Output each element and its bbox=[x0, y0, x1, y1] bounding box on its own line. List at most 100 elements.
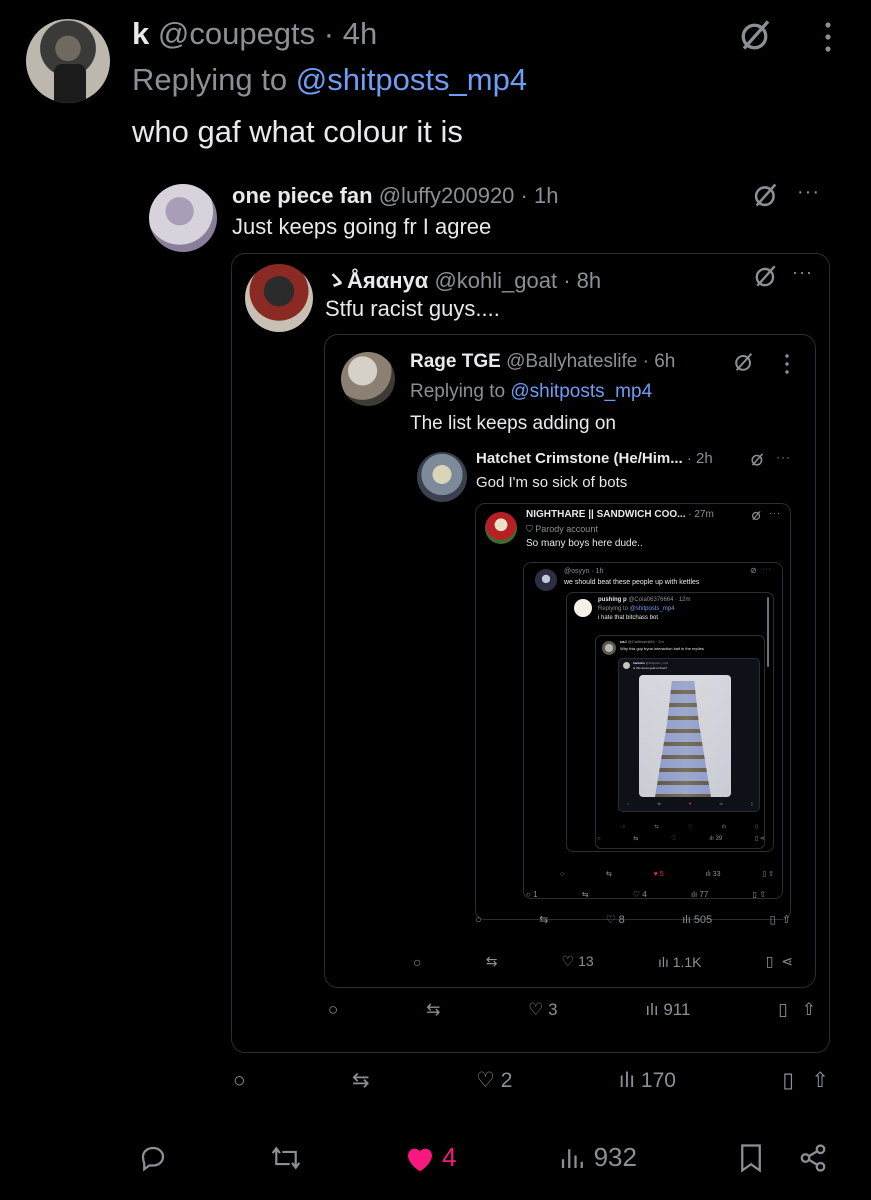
tweet-time[interactable]: · 4h bbox=[324, 16, 377, 51]
quote-box-q5[interactable]: NIGHTHARE || SANDWICH COO... · 27m ⛉ Par… bbox=[475, 503, 791, 920]
avatar-q2[interactable] bbox=[245, 264, 313, 332]
views-stat[interactable]: ılı 505 bbox=[682, 914, 712, 926]
retweet-icon[interactable]: ⇆ bbox=[582, 890, 589, 899]
more-icon[interactable] bbox=[783, 353, 791, 375]
share-icon[interactable] bbox=[798, 1143, 828, 1173]
views-stat[interactable]: ılı 33 bbox=[705, 871, 720, 878]
more-icon[interactable]: ··· bbox=[797, 181, 820, 204]
reply-icon[interactable]: ○ bbox=[328, 1000, 338, 1020]
reply-icon[interactable]: ○ bbox=[560, 871, 564, 878]
views-button[interactable]: 932 bbox=[558, 1142, 637, 1173]
avatar-q5[interactable] bbox=[485, 512, 517, 544]
bookmark-icon[interactable]: ▯ ⇧ bbox=[770, 913, 791, 926]
bookmark-icon[interactable] bbox=[738, 1143, 764, 1173]
retweet-icon[interactable]: ⇆ bbox=[654, 824, 658, 830]
avatar-q7[interactable] bbox=[574, 599, 592, 617]
quote-box-q3[interactable]: Rage TGE @Ballyhateslife · 6h Replying t… bbox=[324, 334, 816, 988]
like-stat[interactable]: ♡ 8 bbox=[606, 913, 625, 926]
bookmark-icon[interactable]: ▯ ⋖ bbox=[755, 835, 765, 842]
more-icon[interactable] bbox=[821, 20, 835, 54]
q8-handle[interactable]: @Caitlinamii84 · 2m bbox=[628, 639, 664, 644]
heart-icon[interactable]: ♡ bbox=[671, 835, 676, 842]
more-icon[interactable]: ··· bbox=[769, 508, 781, 518]
q5-name[interactable]: NIGHTHARE || SANDWICH COO... bbox=[526, 509, 685, 520]
quote-box-q2[interactable]: ゝÅяαнуα @kohli_goat · 8h Stfu racist guy… bbox=[231, 253, 830, 1053]
q1-handle[interactable]: @luffy200920 bbox=[379, 183, 515, 208]
avatar-q3[interactable] bbox=[341, 352, 395, 406]
q7-handle[interactable]: @Cola06376664 bbox=[628, 597, 673, 603]
like-stat[interactable]: ♡ 4 bbox=[633, 890, 647, 899]
retweet-icon[interactable]: ⇆ bbox=[352, 1068, 370, 1093]
quote-box-q7[interactable]: pushing p @Cola06376664 · 12m Replying t… bbox=[566, 592, 774, 852]
retweet-icon[interactable]: ⇆ bbox=[658, 801, 661, 806]
views-stat[interactable]: ılı 77 bbox=[691, 890, 708, 899]
views-stat[interactable]: ılı 170 bbox=[619, 1069, 676, 1093]
grok-icon[interactable] bbox=[733, 351, 755, 373]
author-name[interactable]: k bbox=[132, 16, 149, 51]
q6-handle[interactable]: @osyyn · 1h bbox=[564, 568, 603, 575]
quote-box-q6[interactable]: @osyyn · 1h we should beat these people … bbox=[523, 562, 783, 899]
grok-icon[interactable] bbox=[738, 17, 774, 53]
reply-stat[interactable]: ○ 1 bbox=[526, 890, 538, 899]
heart-icon[interactable]: ♥ bbox=[689, 801, 691, 806]
views-icon[interactable]: ılı bbox=[720, 801, 723, 806]
bookmark-icon[interactable]: ▯ ⇧ bbox=[778, 1000, 816, 1020]
like-button[interactable]: 4 bbox=[404, 1142, 457, 1173]
reply-icon[interactable]: ○ bbox=[597, 836, 601, 842]
quote-box-q8[interactable]: ca.l @Caitlinamii84 · 2m Why this guy tr… bbox=[595, 635, 765, 849]
views-stat[interactable]: ılı 911 bbox=[645, 1000, 690, 1020]
more-icon[interactable]: ··· bbox=[792, 262, 813, 283]
heart-icon[interactable]: ♡ bbox=[688, 824, 692, 830]
avatar-q1[interactable] bbox=[149, 184, 217, 252]
reply-icon[interactable]: ○ bbox=[627, 801, 629, 806]
reply-icon[interactable]: ○ bbox=[233, 1069, 246, 1093]
reply-icon[interactable]: ○ bbox=[622, 824, 625, 830]
bookmark-icon[interactable]: ▯ ⇧ bbox=[782, 1068, 829, 1093]
views-icon[interactable]: ılı bbox=[722, 824, 726, 830]
q3-handle[interactable]: @Ballyhateslife bbox=[506, 351, 637, 372]
like-stat[interactable]: ♥ 5 bbox=[654, 871, 664, 878]
views-stat[interactable]: ılı 39 bbox=[709, 836, 722, 842]
q4-time[interactable]: · 2h bbox=[687, 450, 713, 467]
bookmark-icon[interactable]: ▯ bbox=[751, 801, 753, 806]
views-stat[interactable]: ılı 1.1K bbox=[658, 954, 702, 970]
like-stat[interactable]: ♡ 3 bbox=[528, 1000, 557, 1020]
replying-handle-link[interactable]: @shitposts_mp4 bbox=[630, 606, 675, 612]
q4-name[interactable]: Hatchet Crimstone (He/Him... bbox=[476, 450, 683, 467]
q9-name[interactable]: harboko bbox=[633, 661, 645, 665]
avatar-main[interactable] bbox=[26, 19, 110, 103]
reply-icon[interactable]: ○ bbox=[475, 914, 482, 926]
retweet-icon[interactable]: ⇆ bbox=[606, 870, 612, 878]
grok-icon[interactable] bbox=[750, 452, 765, 467]
q2-handle[interactable]: @kohli_goat bbox=[434, 268, 557, 293]
grok-icon[interactable] bbox=[751, 510, 762, 521]
q7-time[interactable]: · 12m bbox=[675, 597, 690, 603]
author-handle[interactable]: @coupegts bbox=[158, 16, 315, 51]
q2-name[interactable]: ゝÅяαнуα bbox=[325, 268, 428, 293]
q9-handle[interactable]: @shitposts_mp4 bbox=[646, 661, 668, 665]
retweet-icon[interactable]: ⇆ bbox=[539, 913, 548, 926]
bookmark-icon[interactable]: ▯ bbox=[755, 824, 758, 830]
reply-button[interactable] bbox=[138, 1143, 168, 1173]
retweet-icon[interactable]: ⇆ bbox=[426, 1000, 440, 1020]
more-icon[interactable]: ··· bbox=[762, 566, 772, 573]
scrollbar[interactable] bbox=[767, 597, 769, 667]
grok-icon[interactable] bbox=[752, 181, 780, 209]
reply-icon[interactable]: ○ bbox=[413, 954, 421, 970]
bookmark-icon[interactable]: ▯ ⇧ bbox=[753, 890, 766, 899]
retweet-icon[interactable]: ⇆ bbox=[486, 953, 498, 970]
grok-icon[interactable] bbox=[753, 263, 779, 289]
like-stat[interactable]: ♡ 13 bbox=[562, 953, 594, 970]
q3-time[interactable]: · 6h bbox=[643, 351, 676, 372]
more-icon[interactable]: ··· bbox=[776, 450, 791, 464]
replying-handle-link[interactable]: @shitposts_mp4 bbox=[510, 381, 652, 402]
bookmark-icon[interactable]: ▯ ⇧ bbox=[762, 870, 774, 878]
q7-name[interactable]: pushing p bbox=[598, 597, 627, 603]
q1-time[interactable]: · 1h bbox=[521, 183, 559, 208]
q1-name[interactable]: one piece fan bbox=[232, 183, 373, 208]
grok-icon[interactable]: ⊘ bbox=[750, 566, 758, 575]
retweet-icon[interactable]: ⇆ bbox=[633, 835, 638, 842]
like-stat[interactable]: ♡ 2 bbox=[476, 1068, 512, 1093]
replying-handle-link[interactable]: @shitposts_mp4 bbox=[296, 62, 527, 97]
avatar-q4[interactable] bbox=[417, 452, 467, 502]
